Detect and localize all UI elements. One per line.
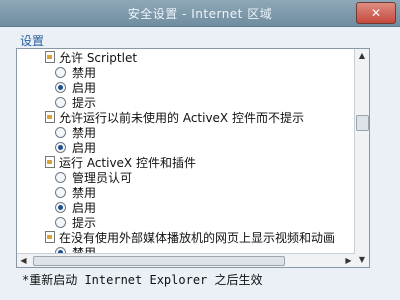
- setting-option[interactable]: 禁用: [41, 126, 369, 141]
- horizontal-scrollbar[interactable]: ◀ ▶: [17, 253, 355, 267]
- window-title: 安全设置 - Internet 区域: [127, 7, 273, 21]
- scroll-right-arrow-icon[interactable]: ▶: [342, 254, 355, 267]
- radio-selected-icon[interactable]: [55, 82, 66, 93]
- radio-icon[interactable]: [55, 67, 66, 78]
- setting-option-label: 启用: [72, 141, 97, 155]
- radio-icon[interactable]: [55, 127, 66, 138]
- setting-option-label: 管理员认可: [72, 171, 133, 185]
- radio-selected-icon[interactable]: [55, 142, 66, 153]
- radio-icon[interactable]: [55, 97, 66, 108]
- setting-option[interactable]: 禁用: [41, 66, 369, 81]
- vertical-scroll-thumb[interactable]: [356, 115, 369, 131]
- setting-option[interactable]: 管理员认可: [41, 171, 369, 186]
- setting-group: 允许 Scriptlet: [41, 51, 369, 66]
- setting-option-label: 提示: [72, 96, 97, 110]
- setting-page-icon: [45, 51, 55, 63]
- setting-group-label: 运行 ActiveX 控件和插件: [59, 156, 196, 170]
- scroll-down-arrow-icon[interactable]: ▼: [355, 253, 369, 267]
- setting-option-label: 启用: [72, 81, 97, 95]
- horizontal-scroll-thumb[interactable]: [33, 256, 285, 266]
- setting-page-icon: [45, 156, 55, 168]
- setting-group-label: 允许运行以前未使用的 ActiveX 控件而不提示: [59, 111, 304, 125]
- settings-list-content: 允许 Scriptlet 禁用 启用 提示 允许运行以前未使用的 ActiveX 控件而…: [17, 49, 369, 261]
- scroll-left-arrow-icon[interactable]: ◀: [17, 254, 30, 267]
- radio-icon[interactable]: [55, 187, 66, 198]
- setting-option-label: 提示: [72, 216, 97, 230]
- setting-option-label: 禁用: [72, 66, 97, 80]
- settings-list[interactable]: 允许 Scriptlet 禁用 启用 提示 允许运行以前未使用的 ActiveX 控件而…: [16, 48, 370, 268]
- setting-option[interactable]: 提示: [41, 96, 369, 111]
- setting-option[interactable]: 启用: [41, 201, 369, 216]
- setting-option-label: 禁用: [72, 126, 97, 140]
- radio-icon[interactable]: [55, 217, 66, 228]
- title-bar: 安全设置 - Internet 区域 ✕: [0, 0, 400, 27]
- setting-option[interactable]: 启用: [41, 141, 369, 156]
- setting-group: 允许运行以前未使用的 ActiveX 控件而不提示: [41, 111, 369, 126]
- setting-option[interactable]: 启用: [41, 81, 369, 96]
- setting-option[interactable]: 禁用: [41, 186, 369, 201]
- setting-group-label: 在没有使用外部媒体播放机的网页上显示视频和动画: [59, 231, 336, 245]
- setting-group: 在没有使用外部媒体播放机的网页上显示视频和动画: [41, 231, 369, 246]
- setting-option-label: 禁用: [72, 186, 97, 200]
- scroll-up-arrow-icon[interactable]: ▲: [355, 49, 369, 63]
- setting-option-label: 启用: [72, 201, 97, 215]
- radio-icon[interactable]: [55, 172, 66, 183]
- setting-page-icon: [45, 231, 55, 243]
- setting-group: 运行 ActiveX 控件和插件: [41, 156, 369, 171]
- settings-section-label: 设置: [20, 34, 45, 48]
- setting-page-icon: [45, 111, 55, 123]
- vertical-scrollbar[interactable]: ▲ ▼: [354, 49, 369, 267]
- close-button[interactable]: ✕: [356, 2, 396, 24]
- restart-note: *重新启动 Internet Explorer 之后生效: [22, 273, 263, 287]
- radio-selected-icon[interactable]: [55, 202, 66, 213]
- setting-option[interactable]: 提示: [41, 216, 369, 231]
- setting-group-label: 允许 Scriptlet: [59, 51, 138, 65]
